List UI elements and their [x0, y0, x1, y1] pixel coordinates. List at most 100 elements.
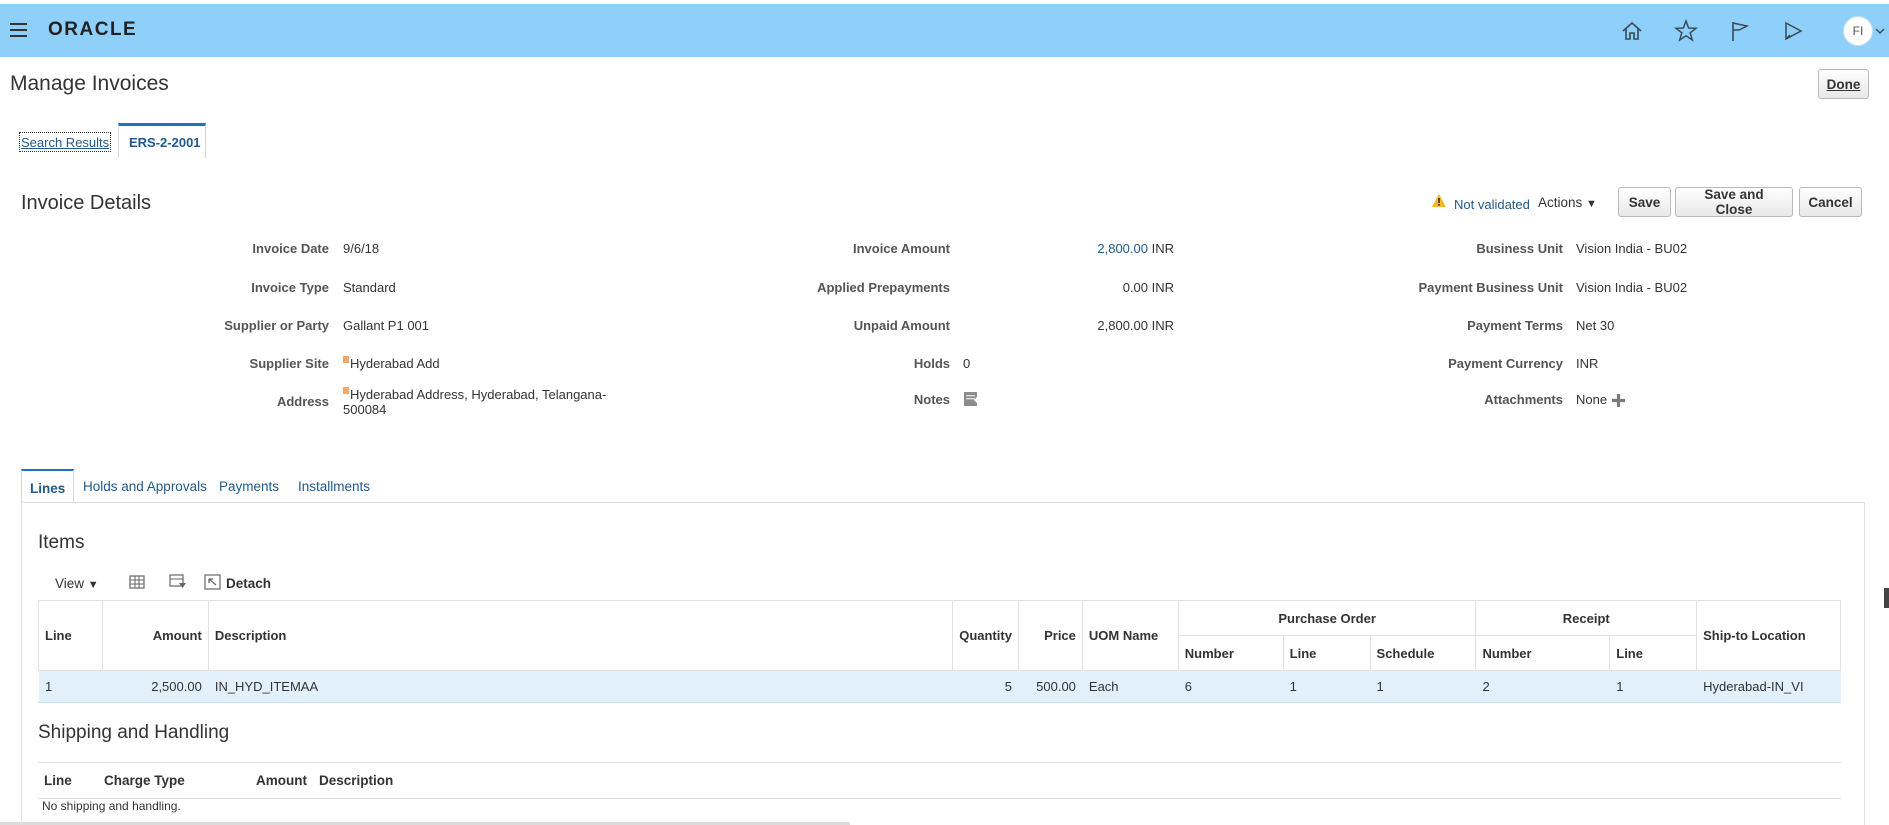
- payment-terms-value: Net 30: [1576, 318, 1615, 333]
- col-po-schedule[interactable]: Schedule: [1369, 635, 1477, 671]
- holds-value: 0: [963, 356, 971, 371]
- supplier-value: Gallant P1 001: [343, 318, 430, 333]
- invoice-amount-currency: INR: [1151, 241, 1174, 256]
- panel-splitter-handle[interactable]: [1884, 588, 1889, 608]
- unpaid-amount-value: 2,800.00 INR: [1097, 318, 1174, 333]
- invoice-amount-link[interactable]: 2,800.00: [1097, 241, 1148, 256]
- address-value: Hyderabad Address, Hyderabad, Telangana-…: [343, 387, 606, 417]
- cell-po-schedule: 1: [1370, 670, 1476, 703]
- caret-down-icon: ▼: [1586, 198, 1597, 210]
- table-row[interactable]: 1 2,500.00 IN_HYD_ITEMAA 5 500.00 Each 6…: [38, 670, 1841, 703]
- cell-po-line: 1: [1283, 670, 1371, 703]
- col-charge-type[interactable]: Charge Type: [98, 762, 213, 799]
- menu-icon[interactable]: [10, 23, 27, 37]
- actions-label: Actions: [1538, 195, 1583, 210]
- shipping-empty-message: No shipping and handling.: [42, 799, 181, 813]
- cell-price: 500.00: [1018, 670, 1083, 703]
- star-icon[interactable]: [1673, 18, 1699, 44]
- subtab-lines[interactable]: Lines: [21, 469, 75, 503]
- col-description[interactable]: Description: [207, 600, 954, 671]
- detach-icon[interactable]: [203, 573, 223, 591]
- cancel-button[interactable]: Cancel: [1799, 187, 1862, 217]
- changed-indicator-icon: [343, 387, 349, 394]
- address-label: Address: [276, 394, 329, 409]
- cell-receipt-number-link[interactable]: 2: [1475, 670, 1610, 703]
- invoice-amount-label: Invoice Amount: [852, 241, 950, 256]
- user-avatar[interactable]: FI: [1843, 16, 1873, 46]
- payment-business-unit-label: Payment Business Unit: [1418, 280, 1564, 295]
- applied-prepayments-label: Applied Prepayments: [817, 280, 950, 295]
- save-button[interactable]: Save: [1618, 187, 1671, 217]
- col-ship-line[interactable]: Line: [38, 762, 98, 799]
- actions-menu[interactable]: Actions ▼: [1538, 195, 1597, 210]
- payment-terms-label: Payment Terms: [1467, 318, 1563, 333]
- validation-status-link[interactable]: Not validated: [1454, 197, 1530, 212]
- tab-invoice-ers-2-2001[interactable]: ERS-2-2001: [118, 123, 206, 158]
- col-receipt-number[interactable]: Number: [1475, 635, 1611, 671]
- col-ship-amount[interactable]: Amount: [213, 762, 313, 799]
- done-label: Done: [1826, 76, 1861, 92]
- col-line[interactable]: Line: [38, 600, 103, 671]
- save-and-close-label: Save and Close: [1704, 187, 1764, 217]
- col-ship-description[interactable]: Description: [313, 762, 1841, 799]
- col-po-line[interactable]: Line: [1282, 635, 1371, 671]
- shipping-table: Line Charge Type Amount Description: [38, 762, 1841, 799]
- attachments-value: None: [1576, 392, 1608, 407]
- holds-label: Holds: [913, 356, 950, 371]
- col-receipt-line[interactable]: Line: [1609, 635, 1698, 671]
- attachments-label: Attachments: [1484, 392, 1563, 407]
- reorder-columns-icon[interactable]: [168, 573, 188, 591]
- items-title: Items: [38, 532, 85, 553]
- global-header: ORACLE FI: [0, 4, 1889, 57]
- col-price[interactable]: Price: [1017, 600, 1083, 671]
- payment-currency-value: INR: [1576, 356, 1599, 371]
- subtab-holds-and-approvals[interactable]: Holds and Approvals: [83, 469, 207, 503]
- cell-description: IN_HYD_ITEMAA: [208, 670, 953, 703]
- items-table: Line Amount Description Quantity Price U…: [38, 600, 1841, 703]
- changed-indicator-icon: [343, 356, 349, 363]
- done-button[interactable]: Done: [1818, 69, 1869, 99]
- col-po-number[interactable]: Number: [1177, 635, 1284, 671]
- col-ship-to-location[interactable]: Ship-to Location: [1696, 600, 1841, 671]
- home-icon[interactable]: [1619, 18, 1645, 44]
- notes-icon[interactable]: [963, 391, 980, 408]
- shipping-title: Shipping and Handling: [38, 722, 230, 743]
- invoice-date-label: Invoice Date: [252, 241, 329, 256]
- unpaid-amount-label: Unpaid Amount: [853, 318, 950, 333]
- notes-label: Notes: [913, 392, 950, 407]
- business-unit-value: Vision India - BU02: [1576, 241, 1688, 256]
- chevron-down-icon[interactable]: [1874, 26, 1886, 36]
- col-uom-name[interactable]: UOM Name: [1081, 600, 1179, 671]
- applied-prepayments-value: 0.00 INR: [1122, 280, 1174, 295]
- cell-po-number-link[interactable]: 6: [1178, 670, 1284, 703]
- subtab-installments[interactable]: Installments: [298, 469, 370, 503]
- invoice-type-value: Standard: [343, 280, 396, 295]
- invoice-type-label: Invoice Type: [251, 280, 329, 295]
- caret-down-icon: ▼: [87, 579, 99, 591]
- supplier-site-value[interactable]: Hyderabad Add: [343, 356, 440, 371]
- col-group-receipt: Receipt: [1475, 600, 1698, 636]
- save-and-close-button[interactable]: Save and Close: [1675, 187, 1793, 217]
- cell-line: 1: [38, 670, 103, 703]
- warning-icon: [1432, 194, 1446, 207]
- view-menu[interactable]: View ▼: [55, 576, 99, 591]
- invoice-date-value: 9/6/18: [343, 241, 380, 256]
- add-attachment-icon[interactable]: [1611, 393, 1626, 408]
- detach-button[interactable]: Detach: [226, 576, 271, 591]
- supplier-site-text: Hyderabad Add: [350, 356, 440, 371]
- notifications-icon[interactable]: [1780, 18, 1806, 44]
- subtab-payments[interactable]: Payments: [219, 469, 279, 503]
- oracle-logo: ORACLE: [48, 19, 138, 40]
- cell-amount: 2,500.00: [102, 670, 209, 703]
- cell-receipt-line: 1: [1609, 670, 1697, 703]
- invoice-details-title: Invoice Details: [21, 192, 152, 214]
- flag-icon[interactable]: [1727, 18, 1753, 44]
- address-line2: 500084: [343, 402, 387, 417]
- freeze-columns-icon[interactable]: [127, 573, 147, 591]
- page-title: Manage Invoices: [10, 72, 169, 95]
- view-label: View: [55, 576, 85, 591]
- cell-quantity: 5: [952, 670, 1019, 703]
- col-quantity[interactable]: Quantity: [952, 600, 1019, 671]
- tab-search-results[interactable]: Search Results: [19, 132, 111, 152]
- col-amount[interactable]: Amount: [101, 600, 209, 671]
